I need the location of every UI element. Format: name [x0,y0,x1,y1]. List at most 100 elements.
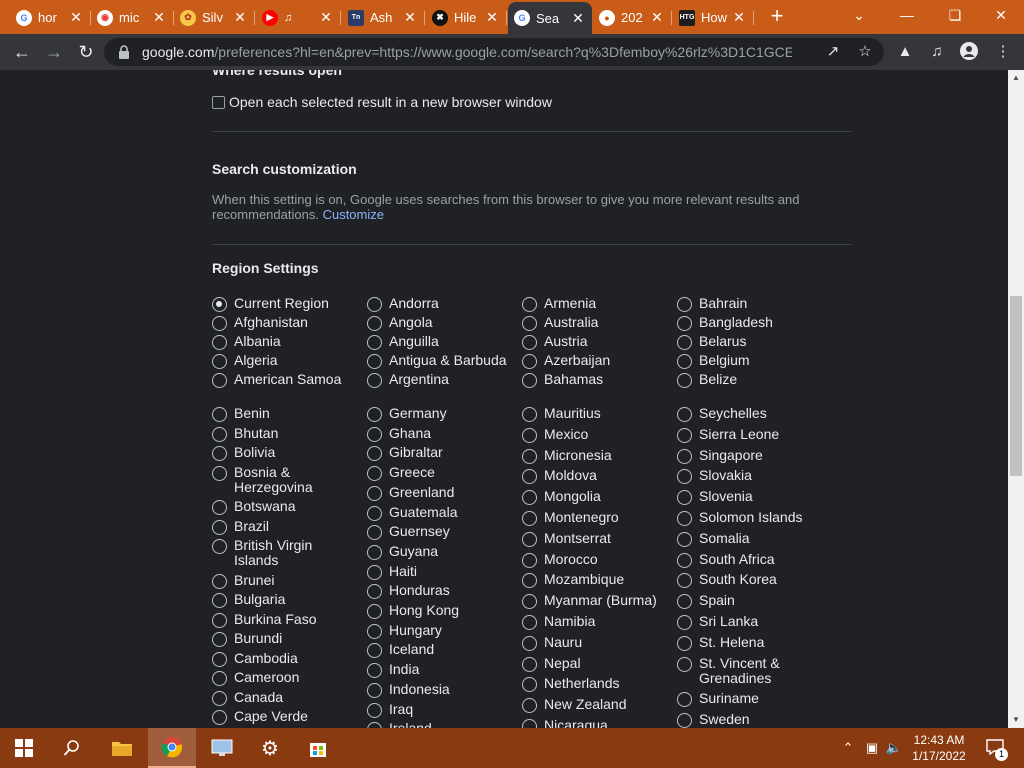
region-radio[interactable] [212,612,227,628]
region-label[interactable]: Morocco [544,551,664,567]
region-option[interactable]: Mauritius [522,406,664,422]
region-radio[interactable] [522,615,537,630]
region-option[interactable]: Andorra [367,296,509,312]
region-option[interactable]: Honduras [367,583,509,600]
region-radio[interactable] [212,710,227,725]
region-radio[interactable] [677,615,692,630]
region-label[interactable]: Hong Kong [389,603,509,618]
region-radio[interactable] [677,373,692,388]
scrollbar-thumb[interactable] [1010,296,1022,476]
region-radio[interactable] [522,335,537,350]
region-option[interactable]: Argentina [367,372,509,388]
region-option[interactable]: Algeria [212,353,354,369]
browser-tab[interactable]: ◉ mic ✕ [91,3,174,32]
region-option[interactable]: Benin [212,406,354,422]
region-radio[interactable] [522,427,537,443]
region-option[interactable]: Cameroon [212,670,354,686]
browser-tab-active[interactable]: G Sea ✕ [508,2,592,34]
region-radio[interactable] [367,584,382,600]
region-option[interactable]: Nauru [522,634,664,651]
region-radio[interactable] [212,671,227,686]
region-radio[interactable] [367,297,382,312]
region-radio[interactable] [212,407,227,422]
region-option[interactable]: Slovakia [677,468,819,485]
region-radio[interactable] [677,713,692,728]
region-radio[interactable] [522,677,537,693]
notifications-icon[interactable]: 1 [984,737,1008,761]
close-tab-icon[interactable]: ✕ [570,10,586,27]
region-label[interactable]: Austria [544,334,664,349]
region-option[interactable]: Sri Lanka [677,614,819,630]
region-label[interactable]: Hungary [389,622,509,638]
region-label[interactable]: Cameroon [234,670,354,685]
region-label[interactable]: Mongolia [544,489,664,504]
browser-tab[interactable]: ▶ ♫ ✕ [256,3,341,32]
region-label[interactable]: Argentina [389,372,509,387]
region-radio[interactable] [677,448,692,464]
region-option[interactable]: Myanmar (Burma) [522,593,664,610]
region-option[interactable]: Bulgaria [212,592,354,608]
browser-tab[interactable]: ✿ Silv ✕ [174,3,255,32]
region-option[interactable]: Montenegro [522,510,664,526]
region-radio[interactable] [367,544,382,560]
region-option[interactable]: Afghanistan [212,315,354,331]
region-label[interactable]: Andorra [389,296,509,311]
region-option[interactable]: Anguilla [367,334,509,350]
region-label[interactable]: British Virgin Islands [234,538,354,568]
region-radio[interactable] [522,469,537,485]
region-label[interactable]: Belize [699,372,819,387]
region-option[interactable]: Burundi [212,631,354,647]
region-option[interactable]: British Virgin Islands [212,538,354,568]
region-label[interactable]: Nauru [544,634,664,650]
region-option[interactable]: St. Vincent & Grenadines [677,655,819,686]
region-radio[interactable] [212,465,227,481]
region-label[interactable]: Mexico [544,426,664,442]
region-option[interactable]: Cambodia [212,650,354,667]
region-option[interactable]: Antigua & Barbuda [367,353,509,369]
region-radio[interactable] [212,500,227,515]
region-label[interactable]: Greece [389,465,509,480]
url-text[interactable]: google.com/preferences?hl=en&prev=https:… [142,44,792,60]
region-radio[interactable] [212,316,227,331]
minimize-button[interactable]: — [884,0,930,30]
close-tab-icon[interactable]: ✕ [402,9,418,26]
region-option[interactable]: Moldova [522,468,664,485]
region-label[interactable]: Spain [699,593,819,608]
customize-link[interactable]: Customize [323,207,384,222]
region-radio[interactable] [212,335,227,350]
region-label[interactable]: Azerbaijan [544,353,664,368]
region-label[interactable]: Australia [544,315,664,330]
new-window-label[interactable]: Open each selected result in a new brows… [229,94,552,110]
region-label[interactable]: Mauritius [544,406,664,421]
region-option[interactable]: Guernsey [367,524,509,541]
region-label[interactable]: Brunei [234,572,354,588]
region-radio[interactable] [367,407,382,422]
region-radio[interactable] [522,552,537,568]
region-option[interactable]: Ghana [367,425,509,442]
region-radio[interactable] [367,316,382,331]
region-label[interactable]: Cambodia [234,650,354,666]
region-radio[interactable] [212,446,227,461]
region-radio[interactable] [212,690,227,706]
region-label[interactable]: Seychelles [699,406,819,421]
region-option[interactable]: Canada [212,689,354,706]
region-option[interactable]: Bangladesh [677,315,819,331]
start-button[interactable] [0,728,48,768]
browser-tab[interactable]: HTG How to✕ [673,3,754,32]
region-label[interactable]: Botswana [234,499,354,514]
region-radio[interactable] [522,719,537,728]
region-option[interactable]: New Zealand [522,697,664,714]
media-control-icon[interactable]: ♫ [926,42,948,62]
region-radio[interactable] [677,354,692,369]
region-radio[interactable] [212,373,227,388]
region-option[interactable]: Bahamas [522,372,664,388]
region-label[interactable]: Greenland [389,484,509,500]
region-label[interactable]: Mozambique [544,572,664,587]
tab-search-button[interactable]: ⌄ [836,0,882,30]
region-label[interactable]: Bangladesh [699,315,819,330]
region-radio[interactable] [522,698,537,714]
region-radio[interactable] [367,564,382,580]
region-label[interactable]: New Zealand [544,697,664,712]
region-radio[interactable] [212,426,227,442]
region-label[interactable]: Guyana [389,543,509,559]
